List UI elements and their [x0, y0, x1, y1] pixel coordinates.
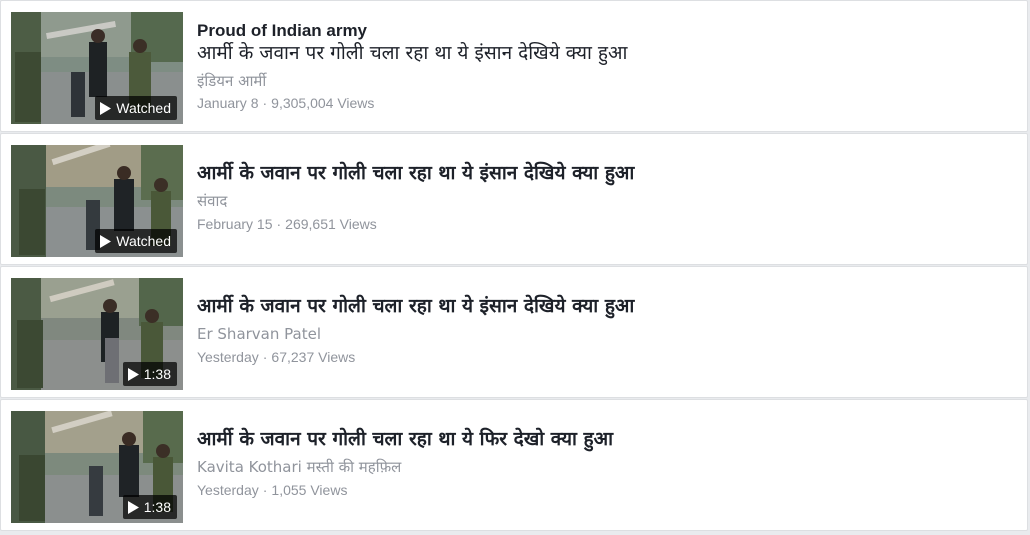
duration-badge: 1:38 — [122, 362, 177, 386]
video-thumbnail[interactable]: Watched — [11, 145, 183, 257]
video-card[interactable]: Watched Proud of Indian army आर्मी के जव… — [0, 0, 1028, 132]
meta-separator: · — [262, 349, 268, 365]
meta-separator: · — [276, 216, 282, 232]
video-subtitle[interactable]: आर्मी के जवान पर गोली चला रहा था ये इंसा… — [197, 42, 1007, 64]
video-meta: Yesterday · 67,237 Views — [197, 347, 1007, 367]
meta-separator: · — [262, 95, 268, 111]
meta-separator: · — [262, 482, 268, 498]
play-icon — [127, 500, 139, 514]
video-meta: February 15 · 269,651 Views — [197, 214, 1007, 234]
video-title[interactable]: आर्मी के जवान पर गोली चला रहा था ये इंसा… — [197, 160, 1007, 186]
video-date[interactable]: Yesterday — [197, 349, 259, 365]
badge-label: Watched — [116, 233, 171, 249]
video-meta: January 8 · 9,305,004 Views — [197, 93, 1007, 113]
badge-label: Watched — [116, 100, 171, 116]
watched-badge: Watched — [95, 96, 177, 120]
video-card[interactable]: Watched आर्मी के जवान पर गोली चला रहा था… — [0, 133, 1028, 265]
channel-name[interactable]: इंडियन आर्मी — [197, 71, 1007, 91]
video-text: आर्मी के जवान पर गोली चला रहा था ये इंसा… — [197, 293, 1007, 367]
view-count: 67,237 Views — [271, 349, 356, 365]
video-date[interactable]: Yesterday — [197, 482, 259, 498]
video-text: Proud of Indian army आर्मी के जवान पर गो… — [197, 20, 1007, 113]
video-thumbnail[interactable]: 1:38 — [11, 411, 183, 523]
channel-name[interactable]: Kavita Kothari मस्ती की महफ़िल — [197, 457, 1007, 477]
view-count: 1,055 Views — [271, 482, 348, 498]
video-thumbnail[interactable]: 1:38 — [11, 278, 183, 390]
video-text: आर्मी के जवान पर गोली चला रहा था ये इंसा… — [197, 160, 1007, 234]
play-icon — [100, 101, 112, 115]
video-card[interactable]: 1:38 आर्मी के जवान पर गोली चला रहा था ये… — [0, 266, 1028, 398]
view-count: 269,651 Views — [285, 216, 377, 232]
video-title[interactable]: Proud of Indian army — [197, 20, 1007, 42]
video-date[interactable]: January 8 — [197, 95, 258, 111]
video-meta: Yesterday · 1,055 Views — [197, 480, 1007, 500]
video-text: आर्मी के जवान पर गोली चला रहा था ये फिर … — [197, 426, 1007, 500]
video-date[interactable]: February 15 — [197, 216, 272, 232]
play-icon — [127, 367, 139, 381]
video-card[interactable]: 1:38 आर्मी के जवान पर गोली चला रहा था ये… — [0, 399, 1028, 531]
channel-name[interactable]: Er Sharvan Patel — [197, 324, 1007, 344]
badge-label: 1:38 — [143, 366, 171, 382]
duration-badge: 1:38 — [122, 495, 177, 519]
view-count: 9,305,004 Views — [271, 95, 375, 111]
video-title[interactable]: आर्मी के जवान पर गोली चला रहा था ये इंसा… — [197, 293, 1007, 319]
channel-name[interactable]: संवाद — [197, 191, 1007, 211]
watched-badge: Watched — [95, 229, 177, 253]
video-thumbnail[interactable]: Watched — [11, 12, 183, 124]
video-title[interactable]: आर्मी के जवान पर गोली चला रहा था ये फिर … — [197, 426, 1007, 452]
play-icon — [100, 234, 112, 248]
badge-label: 1:38 — [143, 499, 171, 515]
